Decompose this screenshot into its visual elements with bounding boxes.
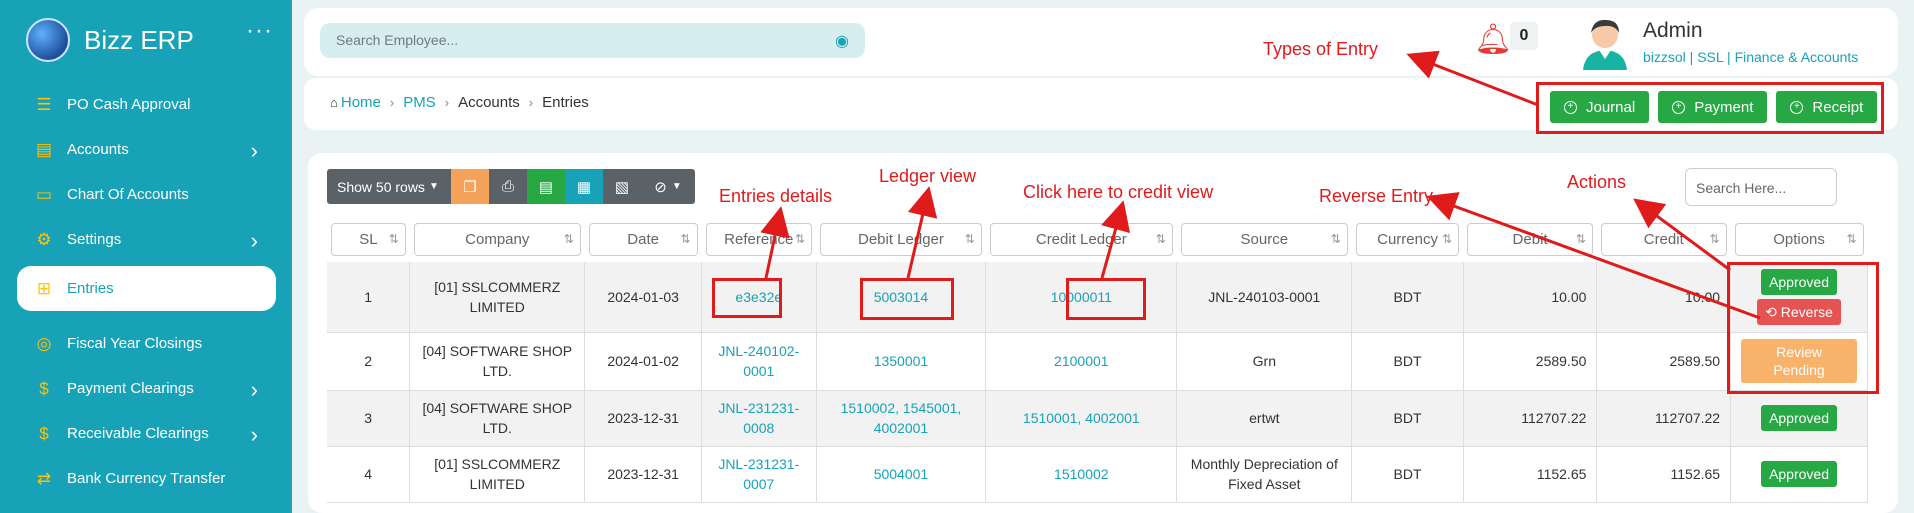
arrow-reverse-entry (1426, 192, 1761, 320)
arrow-entries-details (760, 206, 790, 279)
arrow-ledger-view (906, 186, 938, 279)
arrow-actions (1633, 198, 1731, 272)
arrow-types-of-entry (1406, 50, 1539, 107)
arrow-credit-view (1100, 200, 1131, 279)
annotation-arrows (760, 50, 1761, 320)
